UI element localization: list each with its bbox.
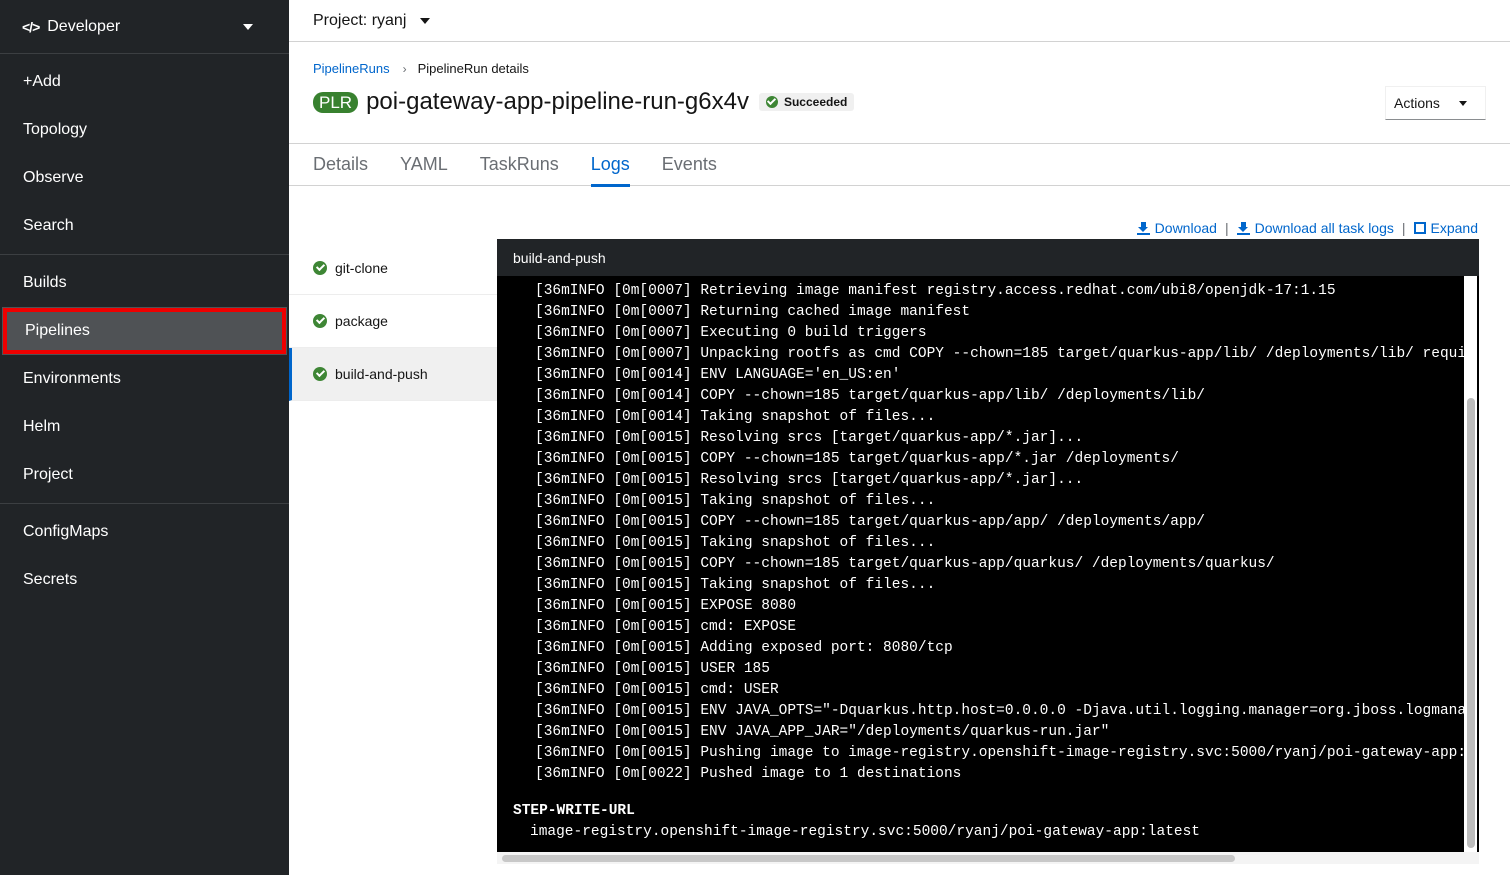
tab-events[interactable]: Events xyxy=(662,144,717,186)
main-content: Project: ryanj PipelineRuns › PipelineRu… xyxy=(289,0,1510,875)
perspective-label: Developer xyxy=(47,17,121,35)
expand-label: Expand xyxy=(1430,220,1478,236)
caret-down-icon xyxy=(420,17,431,24)
download-icon xyxy=(1236,221,1250,235)
nav-item-helm[interactable]: Helm xyxy=(0,403,289,451)
page-title: poi-gateway-app-pipeline-run-g6x4v xyxy=(366,88,749,115)
log-line: [36mINFO [0m[0007] Executing 0 build tri… xyxy=(535,325,927,341)
check-circle-icon xyxy=(313,367,327,381)
log-line: [36mINFO [0m[0014] Taking snapshot of fi… xyxy=(535,409,936,425)
log-line: [36mINFO [0m[0015] cmd: USER xyxy=(535,682,779,698)
divider: | xyxy=(1224,220,1229,236)
resource-badge: PLR xyxy=(313,91,359,113)
caret-down-icon xyxy=(1459,101,1467,106)
nav-item-pipelines[interactable]: Pipelines xyxy=(2,307,287,355)
download-all-label: Download all task logs xyxy=(1254,220,1394,236)
download-all-link[interactable]: Download all task logs xyxy=(1236,220,1394,236)
actions-dropdown[interactable]: Actions xyxy=(1385,86,1486,120)
nav-group-3: ConfigMaps Secrets xyxy=(0,504,289,608)
breadcrumb: PipelineRuns › PipelineRun details xyxy=(313,61,529,76)
download-label: Download xyxy=(1154,220,1217,236)
download-icon xyxy=(1136,221,1150,235)
log-line: [36mINFO [0m[0015] COPY --chown=185 targ… xyxy=(535,556,1275,572)
download-link[interactable]: Download xyxy=(1136,220,1217,236)
log-line: [36mINFO [0m[0015] ENV JAVA_APP_JAR="/de… xyxy=(535,724,1110,740)
nav-item-builds[interactable]: Builds xyxy=(0,259,289,307)
log-line: [36mINFO [0m[0015] EXPOSE 8080 xyxy=(535,598,797,614)
log-header: build-and-push xyxy=(497,239,1479,276)
chevron-right-icon: › xyxy=(402,61,407,76)
log-line: [36mINFO [0m[0015] Resolving srcs [targe… xyxy=(535,472,1084,488)
task-item-package[interactable]: package xyxy=(289,295,497,348)
check-circle-icon xyxy=(313,261,327,275)
nav-item-project[interactable]: Project xyxy=(0,451,289,499)
log-content[interactable]: STEP-WRITE-URL image-registry.openshift-… xyxy=(497,276,1464,852)
sidebar: </> Developer +Add Topology Observe Sear… xyxy=(0,0,289,875)
project-selector[interactable]: Project: ryanj xyxy=(289,0,1510,42)
nav-item-secrets[interactable]: Secrets xyxy=(0,556,289,604)
caret-down-icon xyxy=(243,24,253,30)
nav-item-add[interactable]: +Add xyxy=(0,58,289,106)
check-circle-icon xyxy=(313,314,327,328)
breadcrumb-current: PipelineRun details xyxy=(417,61,529,76)
scrollbar-thumb[interactable] xyxy=(502,855,1235,862)
status-label: Succeeded xyxy=(783,95,848,109)
task-label: package xyxy=(335,313,388,329)
task-list: git-clone package build-and-push xyxy=(289,242,497,401)
log-line: [36mINFO [0m[0022] Pushed image to 1 des… xyxy=(535,766,962,782)
tab-bar: Details YAML TaskRuns Logs Events xyxy=(289,143,1510,187)
task-label: git-clone xyxy=(335,260,388,276)
nav-group-2: Builds Pipelines Environments Helm Proje… xyxy=(0,255,289,504)
status-badge: Succeeded xyxy=(758,93,855,111)
task-item-git-clone[interactable]: git-clone xyxy=(289,242,497,295)
check-circle-icon xyxy=(765,96,778,108)
nav-item-environments[interactable]: Environments xyxy=(0,355,289,403)
nav-item-observe[interactable]: Observe xyxy=(0,154,289,202)
divider: | xyxy=(1401,220,1406,236)
actions-label: Actions xyxy=(1394,95,1440,111)
scrollbar-thumb[interactable] xyxy=(1467,398,1475,848)
tab-yaml[interactable]: YAML xyxy=(400,144,448,186)
log-line: [36mINFO [0m[0015] ENV JAVA_OPTS="-Dquar… xyxy=(535,703,1464,719)
log-line: [36mINFO [0m[0015] Adding exposed port: … xyxy=(535,640,953,656)
nav-item-configmaps[interactable]: ConfigMaps xyxy=(0,508,289,556)
log-line: [36mINFO [0m[0014] ENV LANGUAGE='en_US:e… xyxy=(535,367,901,383)
log-line: [36mINFO [0m[0015] Resolving srcs [targe… xyxy=(535,430,1084,446)
log-line: [36mINFO [0m[0015] Pushing image to imag… xyxy=(535,745,1464,761)
log-line: [36mINFO [0m[0007] Returning cached imag… xyxy=(535,304,971,320)
expand-icon xyxy=(1413,222,1426,234)
tab-logs[interactable]: Logs xyxy=(590,144,630,187)
log-line: [36mINFO [0m[0015] cmd: EXPOSE xyxy=(535,619,797,635)
log-links: Download | Download all task logs | Expa… xyxy=(1136,220,1478,236)
nav-group-1: +Add Topology Observe Search xyxy=(0,54,289,255)
nav-item-search[interactable]: Search xyxy=(0,202,289,250)
task-item-build-and-push[interactable]: build-and-push xyxy=(289,348,497,401)
horizontal-scrollbar[interactable] xyxy=(497,852,1479,864)
nav-item-topology[interactable]: Topology xyxy=(0,106,289,154)
log-line: [36mINFO [0m[0015] COPY --chown=185 targ… xyxy=(535,451,1179,467)
perspective-switcher[interactable]: </> Developer xyxy=(0,0,289,54)
step-title: STEP-WRITE-URL xyxy=(513,803,635,819)
step-value: image-registry.openshift-image-registry.… xyxy=(530,824,1201,840)
log-viewer: build-and-push STEP-WRITE-URL image-regi… xyxy=(497,239,1479,864)
log-line: [36mINFO [0m[0014] COPY --chown=185 targ… xyxy=(535,388,1206,404)
log-line: [36mINFO [0m[0015] Taking snapshot of fi… xyxy=(535,493,936,509)
vertical-scrollbar[interactable] xyxy=(1464,276,1477,852)
project-label: Project: ryanj xyxy=(313,11,407,29)
tab-details[interactable]: Details xyxy=(313,144,368,186)
task-label: build-and-push xyxy=(335,366,428,382)
tab-taskruns[interactable]: TaskRuns xyxy=(480,144,559,186)
log-line: [36mINFO [0m[0015] USER 185 xyxy=(535,661,770,677)
log-line: [36mINFO [0m[0015] Taking snapshot of fi… xyxy=(535,535,936,551)
page-header: PLR poi-gateway-app-pipeline-run-g6x4v S… xyxy=(313,88,855,116)
log-line: [36mINFO [0m[0007] Retrieving image mani… xyxy=(535,283,1336,299)
log-line: [36mINFO [0m[0015] COPY --chown=185 targ… xyxy=(535,514,1206,530)
expand-link[interactable]: Expand xyxy=(1413,220,1478,236)
breadcrumb-pipelineruns-link[interactable]: PipelineRuns xyxy=(313,61,390,76)
log-line: [36mINFO [0m[0015] Taking snapshot of fi… xyxy=(535,577,936,593)
code-icon: </> xyxy=(22,18,40,35)
log-line: [36mINFO [0m[0007] Unpacking rootfs as c… xyxy=(535,346,1464,362)
